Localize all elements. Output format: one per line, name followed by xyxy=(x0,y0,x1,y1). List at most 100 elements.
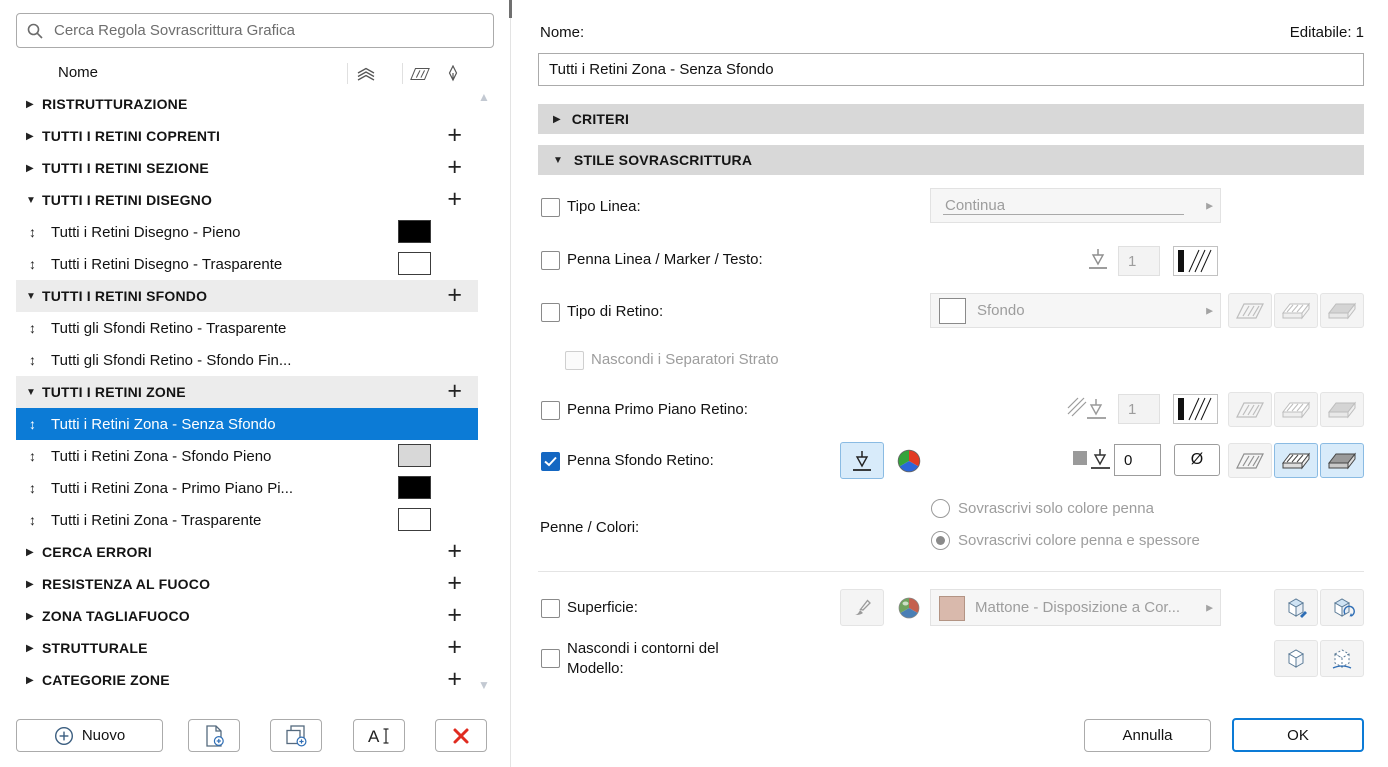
surface-cube-paint-button[interactable] xyxy=(1274,589,1318,626)
style-section-header[interactable]: ▼ STILE SOVRASCRITTURA xyxy=(538,145,1364,175)
override-color-weight-radio[interactable] xyxy=(931,531,950,550)
cancel-button[interactable]: Annulla xyxy=(1084,719,1211,752)
name-column-header[interactable]: Nome xyxy=(58,64,98,81)
chevron-right-icon[interactable]: ▶ xyxy=(26,579,42,590)
reorder-icon[interactable]: ↕ xyxy=(29,224,51,240)
ok-button[interactable]: OK xyxy=(1232,718,1364,752)
tree-group-row[interactable]: ▶ CERCA ERRORI + xyxy=(16,536,478,568)
reorder-icon[interactable]: ↕ xyxy=(29,320,51,336)
tree-item-row[interactable]: ↕ Tutti i Retini Zona - Trasparente xyxy=(16,504,478,536)
fill-foreground-pen-checkbox[interactable] xyxy=(541,401,560,420)
line-pen-number-field[interactable]: 1 xyxy=(1118,246,1160,276)
chevron-right-icon[interactable]: ▶ xyxy=(26,547,42,558)
reorder-icon[interactable]: ↕ xyxy=(29,352,51,368)
new-rule-from-selected-button[interactable] xyxy=(188,719,240,752)
reorder-icon[interactable]: ↕ xyxy=(29,256,51,272)
reorder-icon[interactable]: ↕ xyxy=(29,448,51,464)
add-rule-icon[interactable]: + xyxy=(447,568,462,598)
fill-background-pen-number-field[interactable]: 0 xyxy=(1114,444,1161,476)
tree-group-row[interactable]: ▶ TUTTI I RETINI SEZIONE + xyxy=(16,152,478,184)
fill-slab-solid-button[interactable] xyxy=(1320,293,1364,328)
tree-group-row[interactable]: ▶ RISTRUTTURAZIONE xyxy=(16,88,478,120)
add-rule-icon[interactable]: + xyxy=(447,184,462,214)
pen-icon[interactable] xyxy=(447,64,459,87)
reorder-icon[interactable]: ↕ xyxy=(29,480,51,496)
rule-search-box[interactable] xyxy=(16,13,494,48)
add-rule-icon[interactable]: + xyxy=(447,280,462,310)
search-input[interactable] xyxy=(52,21,493,40)
chevron-right-icon[interactable]: ▶ xyxy=(26,131,42,142)
line-type-dropdown[interactable]: Continua ▶ xyxy=(930,188,1221,223)
surface-cube-reset-button[interactable] xyxy=(1320,589,1364,626)
fill-type-checkbox[interactable] xyxy=(541,303,560,322)
add-rule-icon[interactable]: + xyxy=(447,120,462,150)
panel-divider[interactable] xyxy=(510,0,511,767)
panel-divider-handle[interactable] xyxy=(509,0,512,18)
tree-group-row[interactable]: ▼ TUTTI I RETINI SFONDO + xyxy=(16,280,478,312)
fill-flat-button[interactable] xyxy=(1228,293,1272,328)
tree-item-row[interactable]: ↕ Tutti i Retini Zona - Primo Piano Pi... xyxy=(16,472,478,504)
tree-item-row[interactable]: ↕ Tutti gli Sfondi Retino - Sfondo Fin... xyxy=(16,344,478,376)
tree-item-row[interactable]: ↕ Tutti i Retini Zona - Sfondo Pieno xyxy=(16,440,478,472)
chevron-right-icon[interactable]: ▶ xyxy=(26,163,42,174)
tree-item-row[interactable]: ↕ Tutti i Retini Disegno - Pieno xyxy=(16,216,478,248)
override-color-only-radio[interactable] xyxy=(931,499,950,518)
scroll-up-arrow[interactable]: ▲ xyxy=(478,90,490,104)
fg-fill-slab-solid-button[interactable] xyxy=(1320,392,1364,427)
add-rule-icon[interactable]: + xyxy=(447,632,462,662)
tree-group-row[interactable]: ▼ TUTTI I RETINI DISEGNO + xyxy=(16,184,478,216)
tree-item-row[interactable]: ↕ Tutti i Retini Disegno - Trasparente xyxy=(16,248,478,280)
model-hidden-contour-cube-button[interactable] xyxy=(1320,640,1364,677)
surface-dropdown[interactable]: Mattone - Disposizione a Cor... ▶ xyxy=(930,589,1221,626)
add-rule-icon[interactable]: + xyxy=(447,152,462,182)
tree-group-row[interactable]: ▶ RESISTENZA AL FUOCO + xyxy=(16,568,478,600)
scroll-down-arrow[interactable]: ▼ xyxy=(478,678,490,692)
rename-rule-button[interactable]: A xyxy=(353,719,405,752)
fg-fill-flat-button[interactable] xyxy=(1228,392,1272,427)
bg-fill-slab-hatch-button[interactable] xyxy=(1274,443,1318,478)
hatch-pen-icon[interactable] xyxy=(1066,396,1108,427)
layers-icon[interactable] xyxy=(356,67,376,87)
tree-item-row[interactable]: ↕ Tutti gli Sfondi Retino - Trasparente xyxy=(16,312,478,344)
reorder-icon[interactable]: ↕ xyxy=(29,416,51,432)
line-pen-preview[interactable] xyxy=(1173,246,1218,276)
chevron-down-icon[interactable]: ▼ xyxy=(26,291,42,302)
pen-underline-icon[interactable] xyxy=(1085,246,1111,277)
bg-pen-mode-button[interactable] xyxy=(840,442,884,479)
hide-model-contours-checkbox[interactable] xyxy=(541,649,560,668)
chevron-down-icon[interactable]: ▼ xyxy=(26,195,42,206)
chevron-right-icon[interactable]: ▶ xyxy=(26,99,42,110)
bg-fill-flat-button[interactable] xyxy=(1228,443,1272,478)
surface-checkbox[interactable] xyxy=(541,599,560,618)
line-pen-checkbox[interactable] xyxy=(541,251,560,270)
gray-square-pen-icon[interactable] xyxy=(1072,446,1112,477)
surface-paint-button[interactable] xyxy=(840,589,884,626)
fill-foreground-pen-number-field[interactable]: 1 xyxy=(1118,394,1160,424)
add-rule-icon[interactable]: + xyxy=(447,536,462,566)
duplicate-rule-button[interactable] xyxy=(270,719,322,752)
tree-group-row[interactable]: ▶ ZONA TAGLIAFUOCO + xyxy=(16,600,478,632)
tree-group-row[interactable]: ▶ TUTTI I RETINI COPRENTI + xyxy=(16,120,478,152)
tree-group-row[interactable]: ▶ CATEGORIE ZONE + xyxy=(16,664,478,696)
fill-background-pen-checkbox[interactable] xyxy=(541,452,560,471)
diameter-button[interactable]: Ø xyxy=(1174,444,1220,476)
delete-rule-button[interactable] xyxy=(435,719,487,752)
add-rule-icon[interactable]: + xyxy=(447,376,462,406)
chevron-right-icon[interactable]: ▶ xyxy=(26,675,42,686)
reorder-icon[interactable]: ↕ xyxy=(29,512,51,528)
fill-type-dropdown[interactable]: Sfondo ▶ xyxy=(930,293,1221,328)
fg-fill-slab-hatch-button[interactable] xyxy=(1274,392,1318,427)
fill-slab-hatch-button[interactable] xyxy=(1274,293,1318,328)
new-rule-button[interactable]: Nuovo xyxy=(16,719,163,752)
chevron-right-icon[interactable]: ▶ xyxy=(26,643,42,654)
rule-name-input[interactable] xyxy=(538,53,1364,86)
line-type-checkbox[interactable] xyxy=(541,198,560,217)
hide-skin-separators-checkbox[interactable] xyxy=(565,351,584,370)
tree-item-row[interactable]: ↕ Tutti i Retini Zona - Senza Sfondo xyxy=(16,408,478,440)
color-wheel-icon[interactable] xyxy=(896,448,922,479)
add-rule-icon[interactable]: + xyxy=(447,664,462,694)
bg-fill-slab-solid-button[interactable] xyxy=(1320,443,1364,478)
tree-group-row[interactable]: ▶ STRUTTURALE + xyxy=(16,632,478,664)
tree-group-row[interactable]: ▼ TUTTI I RETINI ZONE + xyxy=(16,376,478,408)
model-contour-cube-button[interactable] xyxy=(1274,640,1318,677)
